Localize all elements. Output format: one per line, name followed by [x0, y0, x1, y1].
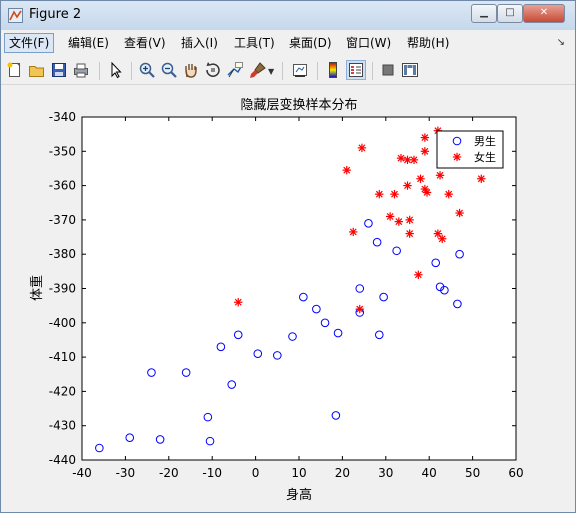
data-point-female	[342, 165, 351, 175]
x-tick-label: 20	[335, 466, 350, 480]
maximize-icon: □	[505, 7, 515, 18]
legend[interactable]: 男生 女生	[436, 130, 504, 169]
menu-file[interactable]: 文件(F)	[4, 33, 55, 53]
data-point-female	[455, 208, 464, 218]
figure-canvas: 隐藏层变换样本分布 身高 体重 -40 -30 -20 -10 0 10 20 30 40 50 6…	[8, 88, 568, 505]
y-tick-label: -390	[49, 282, 76, 296]
x-tick-label: 0	[252, 466, 260, 480]
y-tick-label: -440	[49, 453, 76, 467]
y-tick-label: -410	[49, 350, 76, 364]
y-tick-label: -430	[49, 419, 76, 433]
save-icon[interactable]	[50, 61, 68, 79]
data-point-female	[438, 234, 447, 243]
figure-toolbar: ▼	[1, 56, 575, 85]
menu-tools[interactable]: 工具(T)	[230, 34, 279, 52]
x-tick-label: -10	[202, 466, 222, 480]
menu-window[interactable]: 窗口(W)	[342, 34, 395, 52]
toolbar-separator	[317, 62, 318, 80]
y-tick-label: -420	[49, 384, 76, 398]
menu-desktop[interactable]: 桌面(D)	[285, 34, 336, 52]
legend-star-marker	[452, 152, 462, 162]
x-tick-label: 10	[291, 466, 306, 480]
data-point-female	[375, 189, 384, 199]
data-point-female	[403, 181, 412, 190]
minimize-icon: ▁	[480, 7, 488, 18]
toolbar-separator	[372, 62, 373, 80]
data-point-female	[385, 212, 395, 221]
y-tick-label: -380	[49, 247, 76, 261]
x-tick-label: 30	[378, 466, 393, 480]
data-point-female	[414, 270, 423, 279]
figure-window: Figure 2 ▁ □ ✕ 文件(F) 编辑(E) 查看(V) 插入(I) 工…	[0, 0, 576, 513]
menu-bar: 文件(F) 编辑(E) 查看(V) 插入(I) 工具(T) 桌面(D) 窗口(W…	[1, 31, 575, 55]
close-button[interactable]: ✕	[523, 4, 565, 23]
data-point-female	[234, 298, 243, 307]
x-tick-label: -20	[159, 466, 179, 480]
y-axis-label: 体重	[29, 275, 45, 301]
title-bar[interactable]: Figure 2 ▁ □ ✕	[1, 1, 575, 30]
data-point-female	[477, 174, 486, 183]
minimize-button[interactable]: ▁	[471, 4, 497, 23]
legend-marker-female	[452, 152, 462, 162]
zoom-in-icon[interactable]	[138, 61, 156, 79]
matlab-figure-icon	[8, 8, 23, 23]
maximize-button[interactable]: □	[497, 4, 523, 23]
y-tick-label: -400	[49, 316, 76, 330]
brush-icon[interactable]	[249, 61, 267, 79]
colorbar-icon[interactable]	[324, 61, 342, 79]
y-tick-label: -350	[49, 144, 76, 158]
legend-label-female: 女生	[474, 150, 496, 164]
data-cursor-icon[interactable]	[226, 61, 244, 79]
x-tick-label: 60	[508, 466, 523, 480]
data-point-female	[349, 227, 358, 237]
rotate-3d-icon[interactable]	[204, 61, 222, 79]
show-plot-tools-icon[interactable]	[401, 61, 419, 79]
data-point-female	[405, 215, 414, 225]
open-file-icon[interactable]	[28, 61, 46, 79]
data-point-female	[420, 147, 430, 156]
data-point-female	[416, 174, 425, 183]
y-tick-label: -340	[49, 110, 76, 124]
data-point-female	[357, 143, 367, 153]
y-tick-label: -370	[49, 213, 76, 227]
legend-icon[interactable]	[346, 60, 366, 80]
scatter-chart[interactable]: 隐藏层变换样本分布 身高 体重 -40 -30 -20 -10 0 10 20 30 40 50 6…	[8, 88, 568, 505]
print-icon[interactable]	[72, 61, 90, 79]
data-point-female	[420, 133, 430, 142]
menu-view[interactable]: 查看(V)	[120, 34, 170, 52]
toolbar-separator	[99, 62, 100, 80]
chart-title: 隐藏层变换样本分布	[240, 97, 357, 113]
menu-dock-arrow-icon[interactable]: ↘	[557, 37, 565, 48]
menu-help[interactable]: 帮助(H)	[403, 34, 453, 52]
window-title: Figure 2	[29, 7, 82, 22]
x-tick-label: 40	[422, 466, 437, 480]
toolbar-separator	[131, 62, 132, 80]
link-plot-icon[interactable]	[291, 61, 309, 79]
data-point-female	[444, 189, 453, 199]
menu-insert[interactable]: 插入(I)	[177, 34, 222, 52]
menu-edit[interactable]: 编辑(E)	[64, 34, 113, 52]
pointer-icon[interactable]	[107, 61, 125, 79]
y-tick-label: -360	[49, 179, 76, 193]
data-point-female	[409, 155, 419, 165]
x-tick-label: -40	[72, 466, 92, 480]
x-tick-label: 50	[465, 466, 480, 480]
data-point-female	[390, 189, 399, 199]
zoom-out-icon[interactable]	[160, 61, 178, 79]
x-axis-label: 身高	[286, 487, 312, 503]
data-point-female	[405, 229, 414, 238]
pan-icon[interactable]	[182, 61, 200, 79]
legend-label-male: 男生	[474, 134, 496, 148]
data-point-female	[396, 153, 406, 163]
toolbar-separator	[282, 62, 283, 80]
brush-dropdown-icon[interactable]: ▼	[268, 67, 274, 76]
x-tick-label: -30	[116, 466, 136, 480]
data-point-female	[435, 171, 445, 180]
data-point-female	[422, 188, 432, 197]
hide-plot-tools-icon[interactable]	[379, 61, 397, 79]
data-point-female	[355, 304, 364, 314]
new-figure-icon[interactable]	[6, 61, 24, 79]
data-point-female	[394, 217, 404, 226]
close-icon: ✕	[539, 7, 549, 18]
